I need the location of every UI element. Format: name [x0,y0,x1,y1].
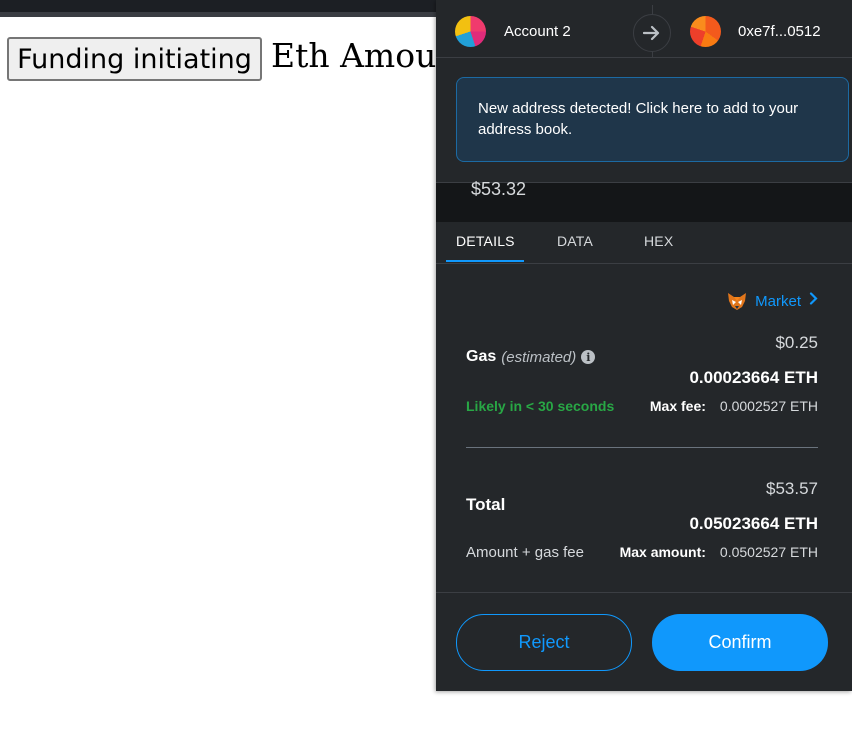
recipient-avatar [690,16,721,47]
total-fiat-value: $53.57 [766,479,818,498]
transaction-fiat-value: $53.32 [471,179,527,199]
metamask-confirm-popup: Account 2 0xe7f...0512 New address detec… [436,0,852,691]
max-amount-value: 0.0502527 ETH [719,544,818,560]
recipient-address: 0xe7f...0512 [738,23,821,40]
new-address-notice[interactable]: New address detected! Click here to add … [456,77,849,162]
max-fee-value: 0.0002527 ETH [719,398,818,414]
gas-label: Gas [466,348,497,365]
account-header: Account 2 0xe7f...0512 [436,5,852,58]
reject-button[interactable]: Reject [456,614,632,671]
total-eth-value: 0.05023664 ETH [689,514,818,533]
confirm-button[interactable]: Confirm [652,614,828,671]
fox-icon [728,293,747,310]
funding-initiating-button[interactable]: Funding initiating [7,37,262,81]
sender-account[interactable]: Account 2 [455,16,571,47]
arrow-right-icon [633,14,671,52]
gas-title: Gas (estimated) i [466,348,596,366]
tab-details[interactable]: DETAILS [456,233,515,249]
sender-account-name: Account 2 [504,23,571,40]
transaction-value-area: $53.32 [436,179,852,222]
max-amount: Max amount: 0.0502527 ETH [620,544,818,560]
recipient-account[interactable]: 0xe7f...0512 [690,16,821,47]
tab-hex[interactable]: HEX [644,233,673,249]
gas-estimated-label: (estimated) [501,348,577,366]
tab-data[interactable]: DATA [557,233,593,249]
market-label: Market [755,292,801,310]
gas-eth-value: 0.00023664 ETH [689,368,818,387]
gas-market-selector[interactable]: Market [727,291,818,311]
sender-avatar [455,16,486,47]
max-amount-label: Max amount: [619,544,706,560]
chevron-right-icon [809,292,818,310]
total-label: Total [466,495,506,514]
gas-fiat-value: $0.25 [775,333,818,352]
max-fee-label: Max fee: [649,398,706,414]
max-fee: Max fee: 0.0002527 ETH [650,398,818,414]
gas-time-estimate: Likely in < 30 seconds [466,398,615,414]
details-tabs: DETAILS DATA HEX [436,221,852,264]
action-footer: Reject Confirm [436,592,852,691]
section-divider [466,447,818,448]
amount-plus-gas-label: Amount + gas fee [466,544,584,561]
info-icon[interactable]: i [581,350,596,364]
active-tab-indicator [446,260,524,262]
